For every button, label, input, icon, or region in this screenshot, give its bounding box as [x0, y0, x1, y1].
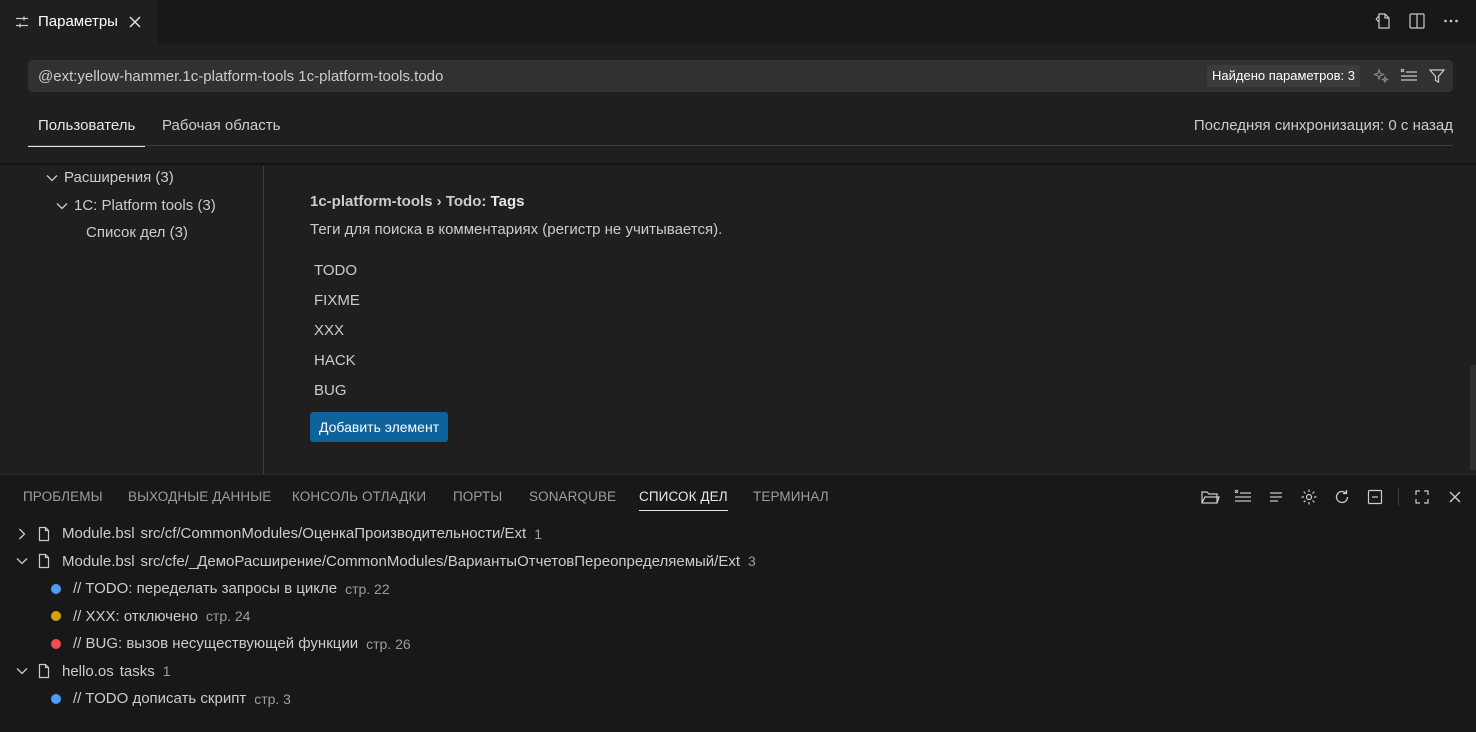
maximize-icon[interactable]	[1411, 486, 1433, 508]
tab-ports[interactable]: ПОРТЫ	[453, 475, 502, 519]
sparkle-icon[interactable]	[1371, 65, 1391, 87]
todo-text: // TODO дописать скрипт	[73, 690, 247, 708]
open-folder-icon[interactable]	[1199, 486, 1221, 508]
setting-category: 1c-platform-tools › Todo:	[310, 193, 491, 210]
sync-status: Последняя синхронизация: 0 с назад	[1193, 117, 1453, 134]
open-json-icon[interactable]	[1372, 10, 1394, 32]
todo-line: стр. 3	[254, 690, 291, 707]
more-actions-icon[interactable]	[1440, 10, 1462, 32]
todo-text: // TODO: переделать запросы в цикле	[73, 580, 338, 598]
chevron-down-icon	[46, 175, 58, 182]
todo-line: стр. 22	[345, 580, 390, 597]
toc-divider[interactable]	[263, 166, 264, 474]
filter-icon[interactable]	[1427, 65, 1447, 87]
search-input[interactable]	[38, 60, 1198, 92]
settings-scope-tabs: Пользователь Рабочая область Последняя с…	[27, 108, 1453, 147]
todo-item[interactable]: // BUG: вызов несуществующей функции стр…	[0, 630, 1476, 658]
todo-line: стр. 24	[205, 608, 251, 625]
toc-label: 1C: Platform tools (3)	[74, 197, 216, 214]
toc-item-platform-tools[interactable]: 1C: Platform tools (3)	[54, 194, 216, 218]
chevron-right-icon	[19, 528, 26, 540]
chevron-down-icon	[16, 668, 28, 675]
list-view-icon[interactable]	[1265, 486, 1287, 508]
tab-title: Параметры	[38, 13, 118, 30]
close-icon[interactable]	[128, 15, 142, 29]
toc-item-extensions[interactable]: Расширения (3)	[44, 166, 174, 190]
clear-filter-icon[interactable]	[1399, 65, 1419, 87]
editor-scrollbar[interactable]	[1470, 365, 1476, 470]
chevron-down-icon	[16, 558, 28, 565]
file-count: 1	[162, 663, 171, 680]
file-name: hello.os	[62, 662, 114, 680]
file-count: 3	[748, 553, 756, 570]
close-panel-icon[interactable]	[1444, 486, 1466, 508]
toc-item-todo-list[interactable]: Список дел (3)	[86, 221, 188, 245]
setting-todo-tags: 1c-platform-tools › Todo: Tags Теги для …	[310, 190, 1410, 442]
tab-user[interactable]: Пользователь	[27, 108, 146, 147]
todo-tag-dot	[51, 693, 61, 704]
collapse-all-icon[interactable]	[1364, 486, 1386, 508]
file-name: Module.bsl	[62, 525, 135, 543]
tree-file-row[interactable]: hello.os tasks 1	[0, 658, 1476, 686]
todo-item[interactable]: // TODO дописать скрипт стр. 3	[0, 685, 1476, 713]
file-name: Module.bsl	[62, 552, 135, 570]
gear-icon[interactable]	[1298, 486, 1320, 508]
toolbar-separator	[1398, 488, 1399, 506]
settings-tab[interactable]: Параметры	[0, 0, 158, 43]
file-path: src/cfe/_ДемоРасширение/CommonModules/Ва…	[140, 552, 741, 570]
file-icon	[38, 554, 50, 569]
tag-item[interactable]: TODO	[310, 256, 1410, 286]
bottom-panel: ПРОБЛЕМЫ ВЫХОДНЫЕ ДАННЫЕ КОНСОЛЬ ОТЛАДКИ…	[0, 474, 1476, 732]
add-item-button[interactable]: Добавить элемент	[310, 412, 449, 442]
panel-actions	[1199, 486, 1466, 508]
tab-actions	[1372, 10, 1462, 32]
setting-title: 1c-platform-tools › Todo: Tags	[310, 190, 1410, 214]
tag-item[interactable]: BUG	[310, 376, 1410, 406]
todo-item[interactable]: // XXX: отключено стр. 24	[0, 603, 1476, 631]
results-count-badge: Найдено параметров: 3	[1207, 65, 1360, 87]
toc-label: Расширения (3)	[64, 169, 174, 186]
setting-name: Tags	[490, 193, 525, 210]
setting-description: Теги для поиска в комментариях (регистр …	[310, 221, 723, 238]
file-count: 1	[534, 525, 543, 542]
file-path: tasks	[119, 662, 155, 680]
todo-text: // BUG: вызов несуществующей функции	[73, 635, 359, 653]
file-path: src/cf/CommonModules/ОценкаПроизводитель…	[140, 525, 527, 543]
tab-todo-list[interactable]: СПИСОК ДЕЛ	[639, 475, 728, 519]
settings-toc: Расширения (3) 1C: Platform tools (3) Сп…	[0, 166, 263, 474]
refresh-icon[interactable]	[1331, 486, 1353, 508]
toc-label: Список дел (3)	[86, 224, 188, 241]
tab-sonarqube[interactable]: SONARQUBE	[529, 475, 616, 519]
tag-item[interactable]: HACK	[310, 346, 1410, 376]
tree-file-row[interactable]: Module.bsl src/cfe/_ДемоРасширение/Commo…	[0, 548, 1476, 576]
tab-output[interactable]: ВЫХОДНЫЕ ДАННЫЕ	[128, 475, 271, 519]
clear-list-icon[interactable]	[1232, 486, 1254, 508]
split-editor-icon[interactable]	[1406, 10, 1428, 32]
todo-tag-dot	[51, 611, 61, 622]
tab-debug-console[interactable]: КОНСОЛЬ ОТЛАДКИ	[292, 475, 426, 519]
tag-list: TODO FIXME XXX HACK BUG	[310, 256, 1410, 406]
settings-sliders-icon	[16, 16, 28, 27]
todo-tag-dot	[51, 638, 61, 649]
file-icon	[38, 526, 50, 541]
todo-item[interactable]: // TODO: переделать запросы в цикле стр.…	[0, 575, 1476, 603]
search-actions	[1371, 65, 1447, 87]
tag-item[interactable]: FIXME	[310, 286, 1410, 316]
chevron-down-icon	[56, 203, 68, 210]
tab-problems[interactable]: ПРОБЛЕМЫ	[23, 475, 103, 519]
tag-item[interactable]: XXX	[310, 316, 1410, 346]
todo-tree: Module.bsl src/cf/CommonModules/ОценкаПр…	[0, 520, 1476, 713]
file-icon	[38, 664, 50, 679]
tab-workspace[interactable]: Рабочая область	[162, 108, 280, 146]
editor-tab-bar: Параметры	[0, 0, 1476, 43]
todo-tag-dot	[51, 583, 61, 594]
settings-search: Найдено параметров: 3	[28, 60, 1453, 92]
tab-terminal[interactable]: ТЕРМИНАЛ	[753, 475, 829, 519]
tree-file-row[interactable]: Module.bsl src/cf/CommonModules/ОценкаПр…	[0, 520, 1476, 548]
todo-text: // XXX: отключено	[73, 607, 198, 625]
todo-line: стр. 26	[366, 635, 411, 652]
